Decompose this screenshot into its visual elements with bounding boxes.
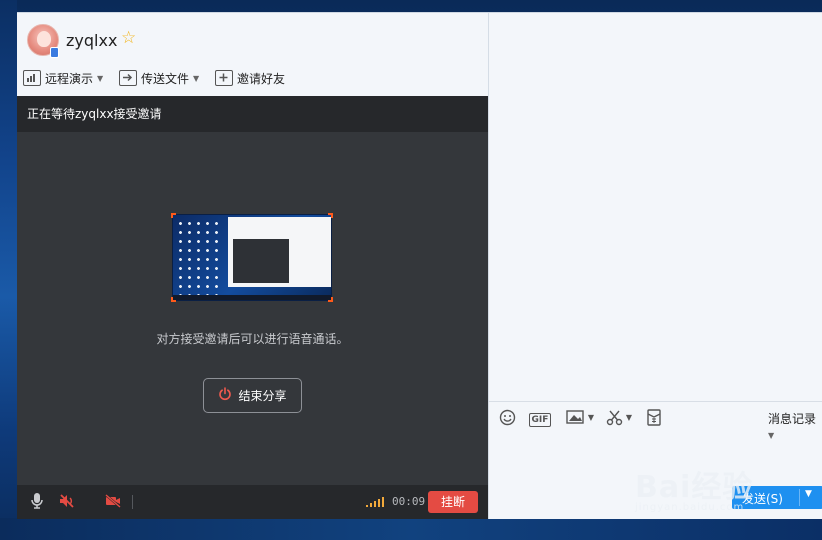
hangup-button[interactable]: 挂断 bbox=[428, 491, 478, 513]
chevron-down-icon: ▼ bbox=[768, 431, 775, 440]
message-history-button[interactable]: 消息记录 ▼ bbox=[768, 410, 822, 441]
vip-star-icon[interactable]: ☆ bbox=[121, 28, 136, 48]
call-controls-bar: 00:09 挂断 bbox=[17, 485, 488, 519]
call-toolbar: 远程演示 ▼ 传送文件 ▼ 邀请好友 bbox=[17, 65, 487, 91]
call-status-text: 正在等待zyqlxx接受邀请 bbox=[27, 107, 162, 121]
preview-desktop-icons bbox=[176, 219, 222, 297]
microphone-icon[interactable] bbox=[27, 492, 47, 512]
chevron-down-icon: ▼ bbox=[97, 73, 104, 83]
chevron-down-icon[interactable]: ▼ bbox=[625, 409, 633, 427]
power-icon bbox=[218, 386, 232, 405]
selection-corner bbox=[171, 297, 176, 302]
chat-panel: GIF ▼ ▼ 消息记录 ▼ 发送(S) ▼ bbox=[488, 13, 822, 519]
desktop-background-left bbox=[0, 0, 17, 540]
send-button-divider bbox=[799, 489, 800, 506]
invite-friend-button[interactable]: 邀请好友 bbox=[215, 68, 285, 88]
add-friend-icon bbox=[215, 70, 233, 86]
voice-call-hint: 对方接受邀请后可以进行语音通话。 bbox=[156, 332, 349, 346]
mobile-online-badge bbox=[50, 47, 59, 58]
image-icon[interactable] bbox=[565, 409, 585, 427]
selection-corner bbox=[328, 297, 333, 302]
end-share-button[interactable]: 结束分享 bbox=[203, 378, 302, 413]
contact-avatar[interactable] bbox=[27, 24, 59, 58]
gif-label: GIF bbox=[528, 413, 552, 427]
chat-window: zyqlxx ☆ ▾ — ☐ ✕ 远程演示 ▼ 传送文件 bbox=[17, 12, 822, 519]
signal-strength-indicator bbox=[366, 497, 386, 507]
desktop-background-bottom bbox=[0, 518, 822, 540]
remote-demo-label: 远程演示 bbox=[45, 71, 94, 86]
screen-share-preview bbox=[171, 213, 333, 302]
message-history-label: 消息记录 bbox=[768, 412, 817, 426]
preview-dark-panel bbox=[233, 239, 289, 283]
contact-name[interactable]: zyqlxx bbox=[66, 31, 117, 50]
video-call-panel: 正在等待zyqlxx接受邀请 对方接受邀请后可以进行语音通话。 结束分享 00:… bbox=[17, 96, 488, 519]
send-file-label: 传送文件 bbox=[141, 71, 190, 86]
end-share-label: 结束分享 bbox=[238, 389, 287, 403]
file-transfer-icon bbox=[119, 70, 137, 86]
send-label: 发送(S) bbox=[742, 492, 783, 506]
camera-off-icon[interactable] bbox=[103, 492, 123, 512]
preview-taskbar bbox=[173, 295, 331, 300]
emoji-icon[interactable] bbox=[498, 409, 516, 427]
invite-friend-label: 邀请好友 bbox=[237, 71, 286, 86]
call-status-bar: 正在等待zyqlxx接受邀请 bbox=[17, 96, 488, 132]
avatar-face bbox=[37, 31, 51, 47]
gif-icon[interactable]: GIF bbox=[528, 409, 552, 427]
send-button[interactable]: 发送(S) ▼ bbox=[732, 486, 822, 509]
chevron-down-icon[interactable]: ▼ bbox=[587, 409, 595, 427]
chevron-down-icon: ▼ bbox=[193, 73, 200, 83]
speaker-muted-icon[interactable] bbox=[57, 492, 77, 512]
chat-divider bbox=[489, 401, 822, 402]
selection-corner bbox=[171, 213, 176, 218]
selection-corner bbox=[328, 213, 333, 218]
send-options-chevron-icon[interactable]: ▼ bbox=[805, 489, 812, 499]
monitor-icon bbox=[23, 70, 41, 86]
call-timer: 00:09 bbox=[392, 495, 426, 508]
scissors-icon[interactable] bbox=[605, 409, 623, 427]
red-packet-icon[interactable] bbox=[646, 409, 662, 427]
send-file-button[interactable]: 传送文件 ▼ bbox=[119, 68, 199, 88]
controls-divider bbox=[132, 495, 133, 509]
remote-demo-button[interactable]: 远程演示 ▼ bbox=[23, 68, 103, 88]
